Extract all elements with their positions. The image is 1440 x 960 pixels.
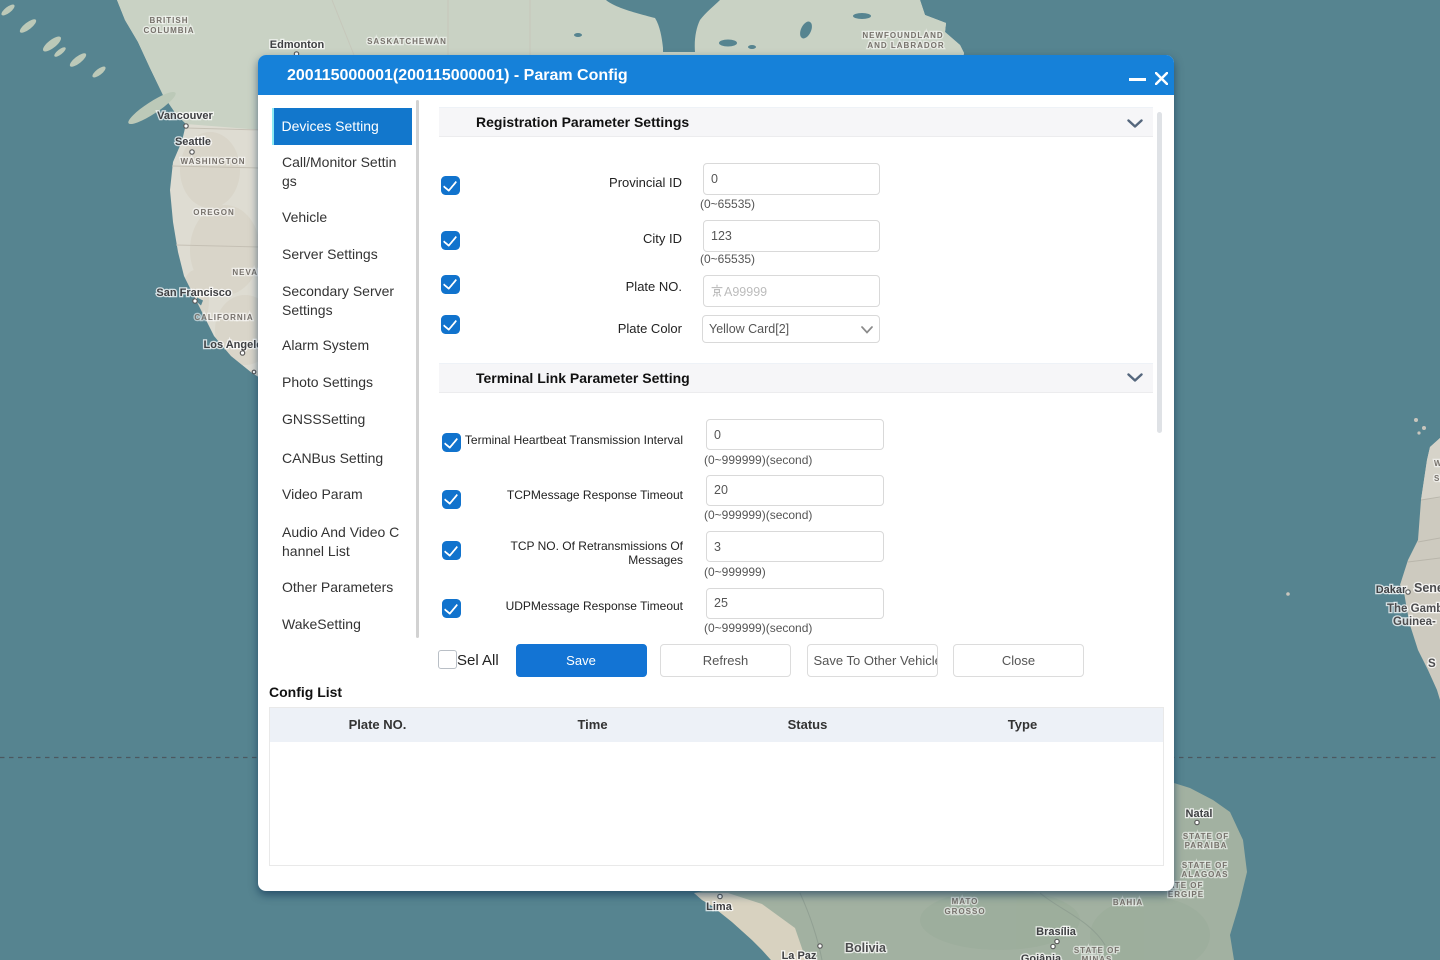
svg-text:San Francisco: San Francisco bbox=[156, 287, 231, 299]
svg-text:BAHIA: BAHIA bbox=[1113, 898, 1143, 907]
svg-text:Bolivia: Bolivia bbox=[845, 941, 887, 955]
svg-text:NEWFOUNDLAND: NEWFOUNDLAND bbox=[862, 31, 943, 40]
svg-text:MATO: MATO bbox=[952, 897, 979, 906]
svg-text:MINAS: MINAS bbox=[1082, 955, 1113, 960]
svg-text:WESTERN: WESTERN bbox=[1434, 459, 1440, 468]
svg-text:La Paz: La Paz bbox=[782, 950, 817, 960]
svg-text:Seattle: Seattle bbox=[175, 136, 211, 148]
svg-text:CALIFORNIA: CALIFORNIA bbox=[194, 313, 253, 322]
svg-text:SAHARA: SAHARA bbox=[1434, 474, 1440, 483]
svg-text:GROSSO: GROSSO bbox=[944, 907, 985, 916]
svg-text:Goiânia: Goiânia bbox=[1021, 953, 1062, 960]
svg-text:Dakar: Dakar bbox=[1376, 584, 1407, 596]
svg-text:PARAIBA: PARAIBA bbox=[1185, 841, 1228, 850]
svg-text:Natal: Natal bbox=[1186, 808, 1213, 820]
svg-text:Senegal: Senegal bbox=[1414, 581, 1440, 595]
svg-text:ERGIPE: ERGIPE bbox=[1168, 890, 1204, 899]
svg-text:Guinea-: Guinea- bbox=[1393, 616, 1436, 628]
svg-text:STATE OF: STATE OF bbox=[1074, 946, 1120, 955]
svg-text:Brasília: Brasília bbox=[1036, 926, 1077, 938]
svg-text:ALAGOAS: ALAGOAS bbox=[1182, 870, 1229, 879]
svg-text:Lima: Lima bbox=[706, 901, 733, 913]
svg-text:SASKATCHEWAN: SASKATCHEWAN bbox=[367, 37, 447, 46]
svg-text:BRITISH: BRITISH bbox=[150, 16, 189, 25]
svg-text:AND LABRADOR: AND LABRADOR bbox=[867, 41, 944, 50]
svg-text:STATE OF: STATE OF bbox=[1182, 861, 1228, 870]
svg-text:Vancouver: Vancouver bbox=[157, 110, 213, 122]
svg-text:OREGON: OREGON bbox=[193, 208, 235, 217]
svg-text:S: S bbox=[1428, 658, 1436, 670]
svg-text:WASHINGTON: WASHINGTON bbox=[181, 157, 246, 166]
svg-text:The Gambia: The Gambia bbox=[1387, 603, 1440, 615]
svg-text:Edmonton: Edmonton bbox=[270, 39, 325, 51]
svg-text:STATE OF: STATE OF bbox=[1183, 832, 1229, 841]
svg-text:COLUMBIA: COLUMBIA bbox=[143, 26, 194, 35]
